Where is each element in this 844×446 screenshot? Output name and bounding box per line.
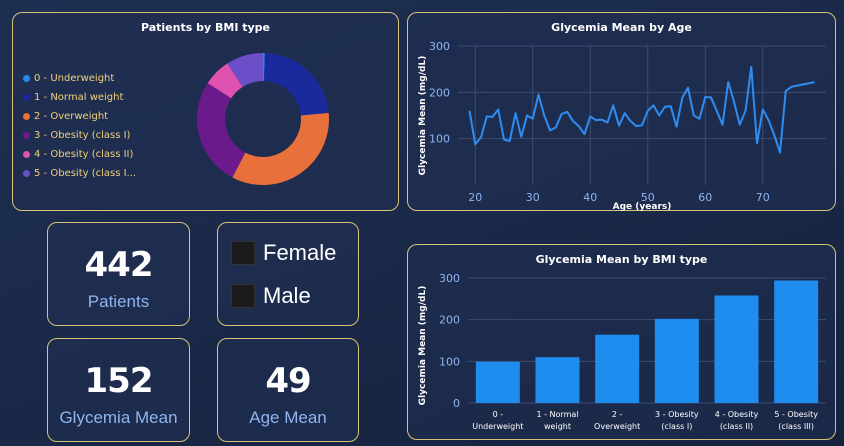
y-tick-label: 0 — [453, 397, 460, 410]
x-axis-label: Age (years) — [613, 202, 672, 212]
age-mean-kpi-value: 49 — [265, 361, 311, 401]
x-tick-label: 5 - Obesity — [774, 410, 818, 419]
y-tick-label: 300 — [429, 40, 450, 53]
x-tick-label: Overweight — [594, 422, 640, 431]
glycemia-by-age-chart: 10020030020 30 40 50 60 70Age (years)Glycemia… — [418, 40, 826, 212]
glycemia-by-bmi-chart: 0 100 200 300 0 - Underweight 1 - Normal weight… — [418, 272, 826, 431]
donut-slice — [264, 53, 329, 116]
x-tick-label: 4 - Obesity — [715, 410, 759, 419]
x-tick-label: 1 - Normal — [536, 410, 578, 419]
x-tick-label: weight — [544, 422, 571, 431]
bmi-donut-card: Patients by BMI type 0 - Underweight 1 -… — [12, 12, 399, 211]
age-mean-kpi-card: 49 Age Mean — [217, 338, 359, 442]
y-tick-label: 100 — [429, 133, 450, 146]
x-tick-label: 40 — [583, 191, 597, 204]
x-tick-label: 2 - — [612, 410, 623, 419]
x-tick-label: 60 — [698, 191, 712, 204]
y-tick-label: 300 — [439, 272, 460, 285]
bar — [475, 361, 520, 403]
y-tick-label: 100 — [439, 355, 460, 368]
male-label: Male — [263, 283, 311, 308]
glycemia-by-age-card: Glycemia Mean by Age 100 200 300 20 30 40 50 60… — [407, 12, 836, 212]
y-axis-label: Glycemia Mean (mg/dL) — [418, 56, 428, 176]
bar — [774, 280, 819, 403]
glycemia-mean-kpi-label: Glycemia Mean — [59, 408, 178, 427]
glycemia-mean-kpi-value: 152 — [84, 361, 154, 401]
female-label: Female — [263, 240, 337, 265]
bar — [535, 357, 580, 403]
x-tick-label: Underweight — [472, 422, 523, 431]
x-tick-label: 20 — [468, 191, 482, 204]
female-checkbox[interactable] — [231, 241, 255, 265]
y-tick-label: 200 — [429, 86, 450, 99]
bar — [714, 295, 759, 403]
male-checkbox[interactable] — [231, 284, 255, 308]
x-tick-label: (class III) — [778, 422, 814, 431]
age-mean-kpi-label: Age Mean — [249, 408, 327, 427]
x-tick-label: (class I) — [661, 422, 692, 431]
gender-option-male[interactable]: Male — [231, 283, 311, 309]
donut-slice — [197, 83, 246, 178]
y-axis-label: Glycemia Mean (mg/dL) — [418, 286, 428, 406]
x-tick-label: 3 - Obesity — [655, 410, 699, 419]
glycemia-by-bmi-card: Glycemia Mean by BMI type 0 100 200 300 0 -U… — [407, 244, 836, 440]
gender-slicer-card: Female Male — [217, 222, 359, 326]
bar — [654, 318, 699, 403]
x-tick-label: 70 — [756, 191, 770, 204]
bmi-donut-chart — [197, 53, 329, 185]
bar — [595, 334, 640, 403]
donut-slice — [232, 112, 329, 185]
y-tick-label: 200 — [439, 314, 460, 327]
gender-option-female[interactable]: Female — [231, 240, 336, 266]
patients-kpi-value: 442 — [84, 245, 154, 285]
x-tick-label: (class II) — [720, 422, 753, 431]
patients-kpi-label: Patients — [87, 292, 150, 311]
patients-kpi-card: 442 Patients — [47, 222, 190, 326]
x-tick-label: 30 — [526, 191, 540, 204]
glycemia-mean-kpi-card: 152 Glycemia Mean — [47, 338, 190, 442]
x-tick-label: 0 - — [493, 410, 504, 419]
